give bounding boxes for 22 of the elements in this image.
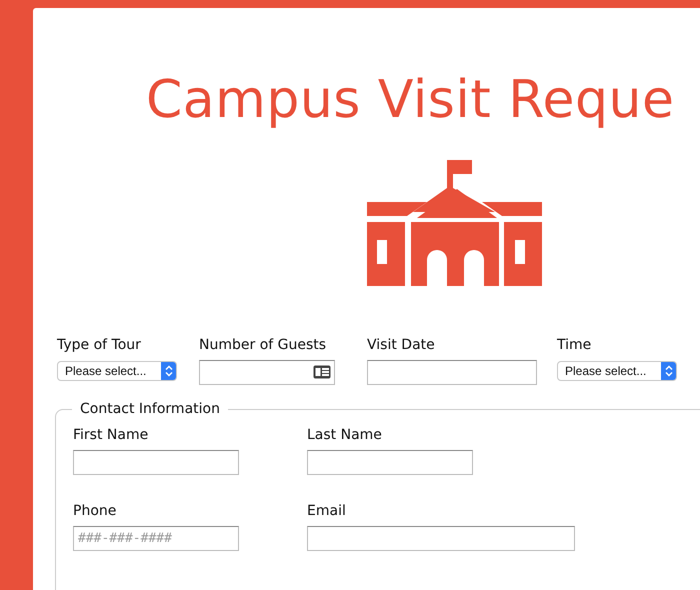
field-label: Phone xyxy=(73,503,118,520)
section-legend: Contact Information xyxy=(72,401,228,417)
field-label: Type of Tour xyxy=(57,337,142,354)
field-label: Time xyxy=(557,337,592,354)
field-label: Email xyxy=(307,503,347,520)
input-field[interactable] xyxy=(73,450,239,475)
guests-field[interactable] xyxy=(199,360,335,385)
contact-card-icon xyxy=(313,365,331,379)
building-icon xyxy=(367,160,542,288)
input-field[interactable]: ###-###-#### xyxy=(73,526,239,551)
field-label: Visit Date xyxy=(367,337,436,354)
date-field[interactable] xyxy=(367,360,537,385)
field-label: First Name xyxy=(73,427,150,444)
chevron-icon xyxy=(661,362,676,380)
field-label: Number of Guests xyxy=(199,337,328,354)
input-field[interactable] xyxy=(307,450,473,475)
input-field[interactable] xyxy=(307,526,575,551)
form-title: Campus Visit Reque xyxy=(145,69,676,130)
select-dropdown[interactable]: Please select... xyxy=(57,361,177,381)
field-label: Last Name xyxy=(307,427,383,444)
chevron-icon xyxy=(161,362,176,380)
select-dropdown[interactable]: Please select... xyxy=(557,361,677,381)
